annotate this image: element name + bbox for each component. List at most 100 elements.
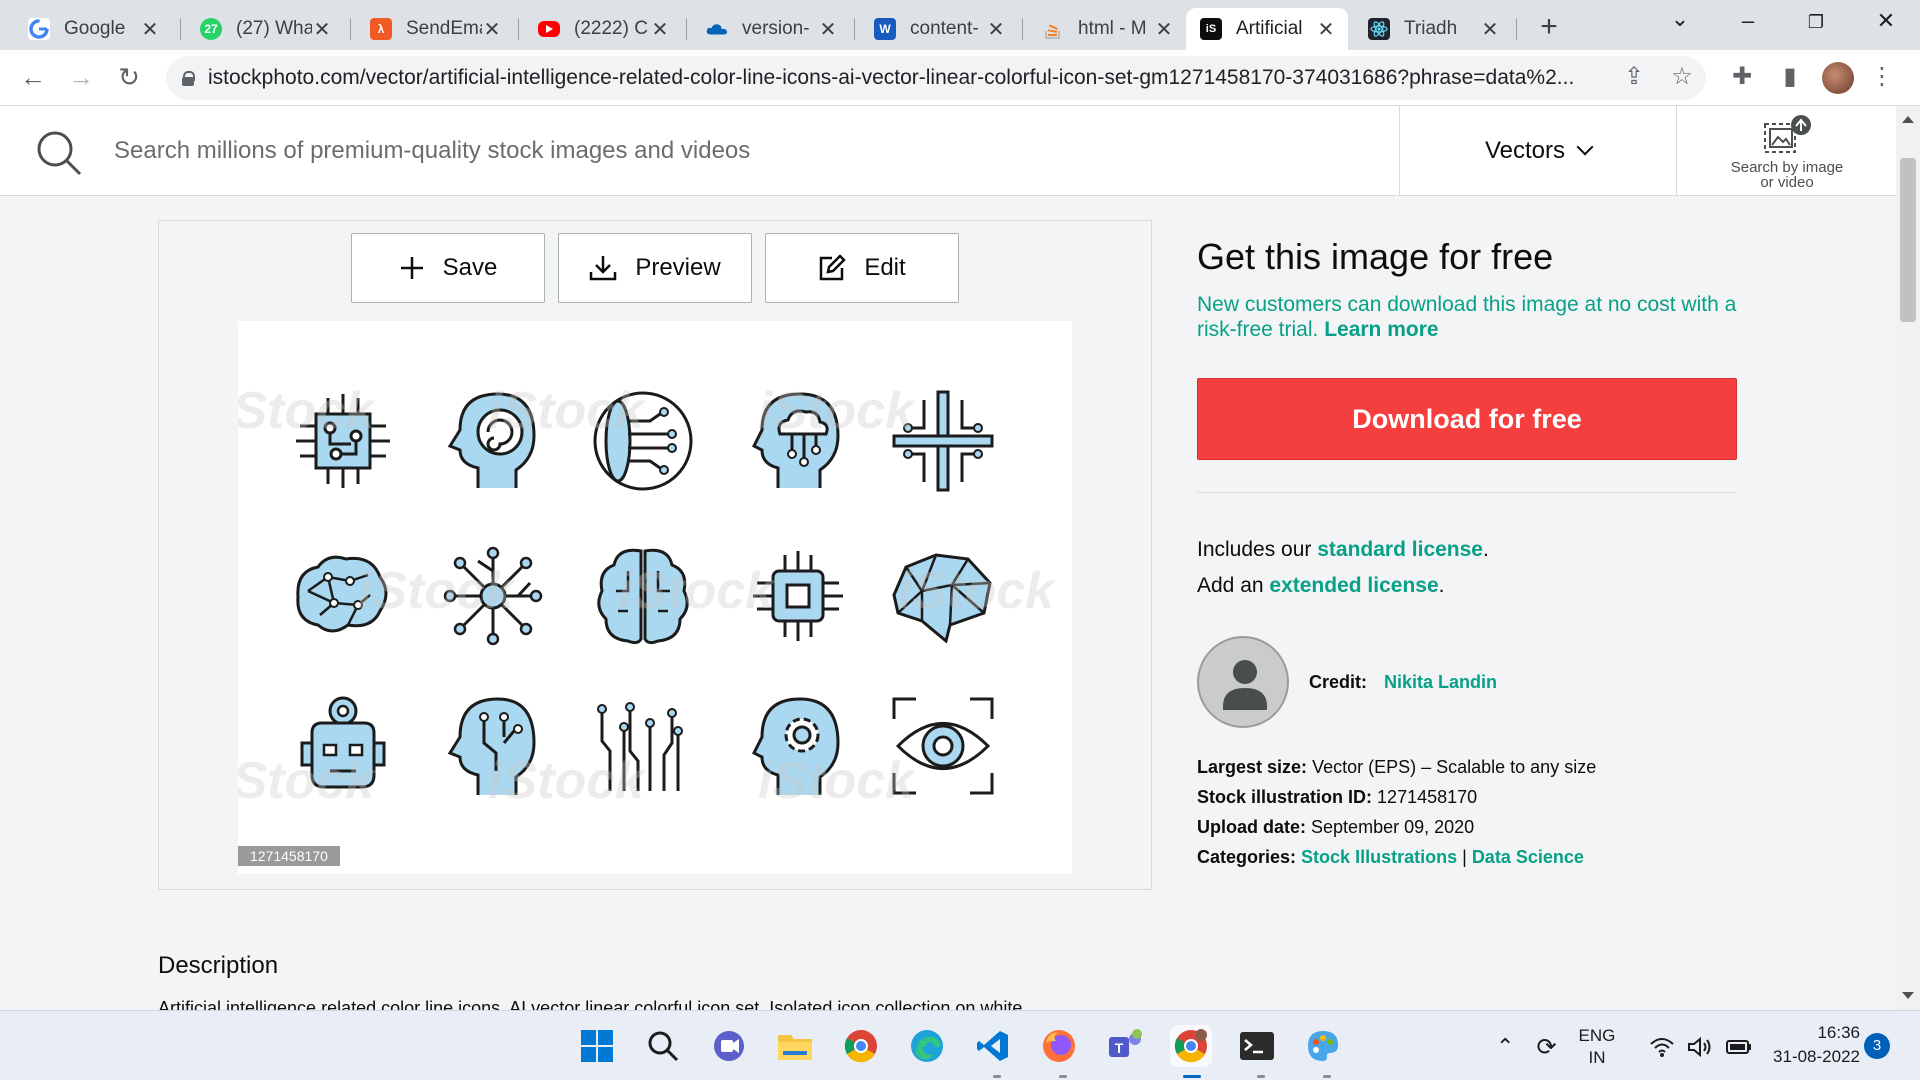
watermark: iStock bbox=[358, 562, 515, 620]
reload-icon[interactable]: ↻ bbox=[112, 62, 146, 93]
tab-label: Triadh bbox=[1404, 18, 1458, 39]
clock[interactable]: 16:36 31-08-2022 bbox=[1760, 1021, 1860, 1069]
minimize-icon[interactable]: – bbox=[1728, 8, 1768, 34]
purchase-subtitle: New customers can download this image at… bbox=[1197, 292, 1737, 342]
restore-icon[interactable]: ❐ bbox=[1796, 12, 1836, 33]
chevron-down-icon bbox=[1576, 138, 1594, 156]
paint-icon[interactable] bbox=[1302, 1025, 1344, 1067]
chrome-icon[interactable] bbox=[840, 1025, 882, 1067]
close-icon[interactable]: ✕ bbox=[650, 17, 670, 42]
close-icon[interactable]: ✕ bbox=[1316, 17, 1336, 42]
wifi-icon[interactable] bbox=[1649, 1036, 1675, 1058]
tab-label: SendEma bbox=[406, 18, 482, 39]
chrome-active-icon[interactable] bbox=[1170, 1025, 1212, 1067]
tab-youtube[interactable]: (2222) C ✕ bbox=[524, 8, 682, 50]
new-tab-button[interactable]: + bbox=[1534, 10, 1564, 44]
scroll-down-icon[interactable] bbox=[1902, 992, 1914, 999]
learn-more-link[interactable]: Learn more bbox=[1324, 318, 1438, 341]
credit-name-link[interactable]: Nikita Landin bbox=[1384, 672, 1497, 692]
bookmark-star-icon[interactable]: ☆ bbox=[1666, 62, 1698, 91]
tab-strip: Google ✕ 27 (27) Wha ✕ λ SendEma ✕ (2222… bbox=[0, 0, 1920, 50]
close-icon[interactable]: ✕ bbox=[312, 17, 332, 42]
close-icon[interactable]: ✕ bbox=[818, 17, 838, 42]
scroll-up-icon[interactable] bbox=[1902, 116, 1914, 123]
url-text[interactable]: istockphoto.com/vector/artificial-intell… bbox=[208, 66, 1588, 90]
close-icon[interactable]: ✕ bbox=[986, 17, 1006, 42]
category-link-stock-illustrations[interactable]: Stock Illustrations bbox=[1301, 847, 1457, 867]
upload-date-value: September 09, 2020 bbox=[1311, 817, 1475, 837]
tab-label: content- bbox=[910, 18, 979, 39]
forward-icon[interactable]: → bbox=[64, 62, 98, 93]
close-icon[interactable]: ✕ bbox=[1154, 17, 1174, 42]
menu-kebab-icon[interactable]: ⋮ bbox=[1866, 62, 1898, 91]
purchase-title: Get this image for free bbox=[1197, 236, 1554, 277]
edit-pencil-icon bbox=[820, 254, 847, 281]
tab-whatsapp[interactable]: 27 (27) Wha ✕ bbox=[186, 8, 344, 50]
search-by-image-label-2: or video bbox=[1760, 174, 1814, 191]
stackoverflow-icon bbox=[1042, 18, 1064, 40]
image-id-label: 1271458170 bbox=[238, 846, 340, 866]
share-icon[interactable]: ⇪ bbox=[1618, 62, 1650, 91]
license-text: Add an bbox=[1197, 574, 1270, 597]
watermark: iStock bbox=[238, 752, 375, 810]
tab-stackoverflow[interactable]: html - M ✕ bbox=[1028, 8, 1186, 50]
purchase-subtitle-text: New customers can download this image at… bbox=[1197, 293, 1737, 341]
close-icon[interactable]: ✕ bbox=[1480, 17, 1500, 42]
windows-taskbar: T ⌃ ⟳ ENG IN 16:36 31-08-2022 3 bbox=[0, 1010, 1920, 1080]
license-line-standard: Includes our standard license. bbox=[1197, 532, 1489, 568]
extensions-icon[interactable]: ✚ bbox=[1726, 62, 1758, 91]
edit-button[interactable]: Edit bbox=[765, 233, 959, 303]
save-button[interactable]: Save bbox=[351, 233, 545, 303]
category-link-data-science[interactable]: Data Science bbox=[1472, 847, 1584, 867]
tab-google[interactable]: Google ✕ bbox=[14, 8, 172, 50]
close-icon[interactable]: ✕ bbox=[482, 17, 502, 42]
edge-icon[interactable] bbox=[906, 1025, 948, 1067]
tab-search-chevron-icon[interactable]: ⌄ bbox=[1660, 6, 1700, 32]
search-by-image-button[interactable]: Search by image or video bbox=[1700, 114, 1874, 194]
vscode-icon[interactable] bbox=[972, 1025, 1014, 1067]
contributor-avatar[interactable] bbox=[1197, 636, 1289, 728]
windows-start-icon[interactable] bbox=[576, 1025, 618, 1067]
download-for-free-button[interactable]: Download for free bbox=[1197, 378, 1737, 460]
scrollbar[interactable] bbox=[1896, 106, 1920, 1010]
credit-row: Credit: Nikita Landin bbox=[1309, 672, 1497, 693]
search-icon[interactable] bbox=[642, 1025, 684, 1067]
description-text: Artificial intelligence related color li… bbox=[158, 998, 1028, 1010]
window-close-icon[interactable]: ✕ bbox=[1866, 8, 1906, 34]
tab-word[interactable]: W content- ✕ bbox=[860, 8, 1018, 50]
back-icon[interactable]: ← bbox=[16, 62, 50, 93]
tab-triadh[interactable]: Triadh ✕ bbox=[1354, 8, 1512, 50]
notification-badge[interactable]: 3 bbox=[1864, 1033, 1890, 1059]
avatar[interactable] bbox=[1822, 62, 1854, 94]
divider bbox=[1197, 492, 1737, 493]
teams-icon[interactable]: T bbox=[1104, 1025, 1146, 1067]
description-heading: Description bbox=[158, 952, 279, 979]
tab-onedrive[interactable]: version- ✕ bbox=[692, 8, 850, 50]
file-explorer-icon[interactable] bbox=[774, 1025, 816, 1067]
side-panel-icon[interactable]: ▮ bbox=[1774, 62, 1806, 91]
asset-type-value: Vectors bbox=[1484, 137, 1566, 164]
volume-icon[interactable] bbox=[1687, 1036, 1713, 1058]
stock-image[interactable]: iStock iStock iStock iStock iStock iStoc… bbox=[238, 321, 1072, 874]
preview-button[interactable]: Preview bbox=[558, 233, 752, 303]
tab-istock-active[interactable]: iS Artificial ✕ bbox=[1186, 8, 1348, 50]
categories-row: Categories: Stock Illustrations | Data S… bbox=[1197, 842, 1596, 872]
sync-icon[interactable]: ⟳ bbox=[1536, 1033, 1556, 1062]
chevron-up-icon[interactable]: ⌃ bbox=[1496, 1034, 1514, 1060]
language-indicator[interactable]: ENG IN bbox=[1579, 1025, 1616, 1069]
firefox-icon[interactable] bbox=[1038, 1025, 1080, 1067]
address-bar[interactable]: istockphoto.com/vector/artificial-intell… bbox=[166, 56, 1706, 100]
license-line-extended: Add an extended license. bbox=[1197, 568, 1489, 604]
extended-license-link[interactable]: extended license bbox=[1269, 574, 1438, 597]
close-icon[interactable]: ✕ bbox=[140, 17, 160, 42]
battery-icon[interactable] bbox=[1725, 1036, 1753, 1058]
scroll-thumb[interactable] bbox=[1900, 158, 1916, 322]
asset-type-dropdown[interactable]: Vectors bbox=[1399, 106, 1677, 196]
search-icon[interactable] bbox=[34, 128, 82, 176]
terminal-icon[interactable] bbox=[1236, 1025, 1278, 1067]
search-input[interactable] bbox=[114, 131, 1354, 171]
site-search-bar: Vectors Search by image or video bbox=[0, 106, 1896, 196]
standard-license-link[interactable]: standard license bbox=[1317, 538, 1483, 561]
teams-chat-icon[interactable] bbox=[708, 1025, 750, 1067]
tab-sendemail[interactable]: λ SendEma ✕ bbox=[356, 8, 514, 50]
